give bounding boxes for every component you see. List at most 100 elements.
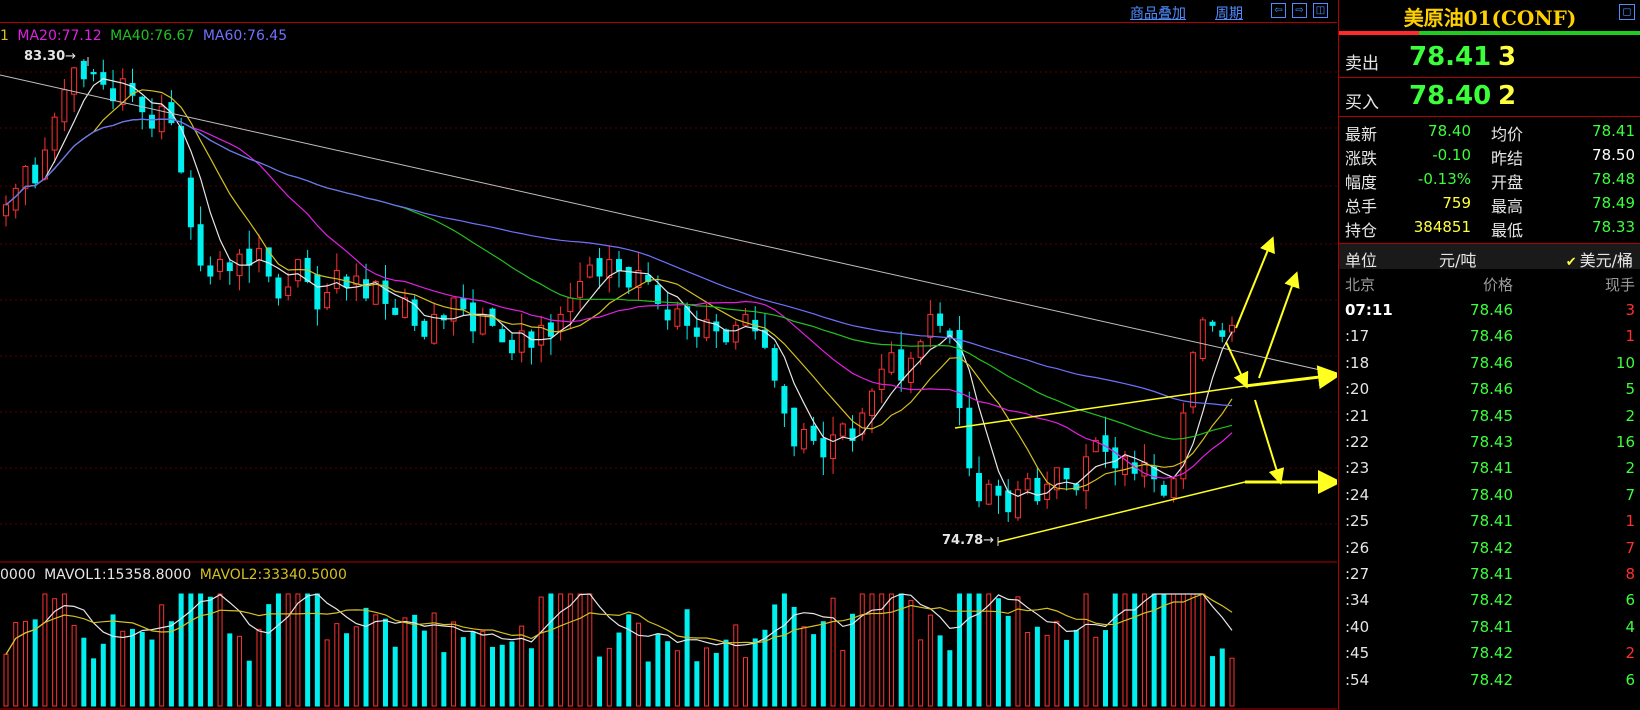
breakout-arrow-up xyxy=(1258,271,1300,379)
candle-body xyxy=(732,324,739,343)
stat-value: 78.50 xyxy=(1592,146,1635,164)
volume-bar xyxy=(908,599,914,707)
tick-time: :34 xyxy=(1345,591,1370,610)
volume-bar xyxy=(470,631,476,707)
arrow-right-icon[interactable]: ⇨ xyxy=(1292,3,1307,18)
sell-price: 78.41 xyxy=(1409,42,1492,72)
volume-bar xyxy=(879,593,885,707)
volume-bar xyxy=(548,593,554,707)
volume-bar xyxy=(1200,593,1206,707)
bid-ask-bar-buy xyxy=(1418,31,1640,35)
candle-body xyxy=(51,116,58,151)
stat-label: 最高 xyxy=(1491,197,1524,216)
candle-body xyxy=(674,308,681,327)
volume-bar xyxy=(441,652,447,707)
volume-bar xyxy=(645,661,651,707)
volume-bar xyxy=(324,639,330,707)
volume-bar xyxy=(198,593,204,707)
candle-body xyxy=(3,204,9,217)
mavol2-value: MAVOL2:33340.5000 xyxy=(199,567,347,583)
candle-body xyxy=(1209,321,1216,326)
low-price-annotation: 74.78→ xyxy=(942,533,995,548)
sell-row: 卖出 78.41 3 xyxy=(1339,39,1640,77)
volume-bar xyxy=(353,626,359,707)
volume-bar xyxy=(898,593,904,707)
stat-value: 78.41 xyxy=(1592,122,1635,140)
volume-bar xyxy=(713,652,719,707)
tick-time: :25 xyxy=(1345,512,1370,531)
volume-bar xyxy=(91,658,97,707)
volume-bar xyxy=(723,639,729,707)
bid-ask-bar-sell xyxy=(1339,31,1419,35)
candle-body xyxy=(470,302,477,332)
candle-body xyxy=(392,307,399,315)
volume-bar xyxy=(918,639,924,707)
stat-value: -0.13% xyxy=(1417,170,1471,188)
split-view-icon[interactable]: ◫ xyxy=(1313,3,1328,18)
volume-bar xyxy=(937,635,943,707)
stat-label: 持仓 xyxy=(1345,221,1378,240)
candle-body xyxy=(654,285,661,304)
tick-volume: 1 xyxy=(1625,327,1635,346)
candle-body xyxy=(791,407,798,447)
buy-qty: 2 xyxy=(1498,81,1517,111)
kline-chart-panel[interactable]: 商品叠加 周期 ⇦ ⇨ ◫ 1 MA20:77.12 MA40:76.67 MA… xyxy=(0,0,1337,710)
volume-bar xyxy=(490,646,496,707)
volume-bar xyxy=(266,604,272,707)
period-link[interactable]: 周期 xyxy=(1215,3,1243,23)
candle-body xyxy=(927,313,934,338)
tick-table-header: 北京 价格 现手 xyxy=(1339,271,1640,295)
volume-bar xyxy=(1044,634,1050,707)
candle-body xyxy=(275,277,282,299)
tick-row: :34 78.42 6 xyxy=(1339,587,1640,614)
candle-body xyxy=(421,320,428,337)
volume-bar xyxy=(1093,636,1099,707)
candle-body xyxy=(1180,412,1187,480)
tick-time: :26 xyxy=(1345,538,1370,557)
breakout-arrow-up xyxy=(1235,236,1275,329)
volume-bar xyxy=(61,593,67,707)
arrow-left-icon[interactable]: ⇦ xyxy=(1271,3,1286,18)
tick-header-volume: 现手 xyxy=(1604,276,1635,294)
tick-price: 78.46 xyxy=(1470,353,1513,372)
volume-bar xyxy=(1180,593,1186,707)
tick-price: 78.41 xyxy=(1470,459,1513,478)
candle-body xyxy=(382,280,389,304)
candle-body xyxy=(363,279,370,299)
stat-label: 均价 xyxy=(1491,125,1524,144)
volume-bar xyxy=(791,606,797,707)
unit-usd-option[interactable]: ✔ 美元/桶 xyxy=(1566,247,1633,271)
volume-bar xyxy=(363,607,369,707)
candle-body xyxy=(1102,435,1109,452)
volume-bar xyxy=(1112,593,1118,707)
candle-body xyxy=(246,248,253,266)
candle-body xyxy=(1063,467,1070,480)
candle-body xyxy=(139,96,146,113)
tick-price: 78.41 xyxy=(1470,512,1513,531)
tick-time: 07:11 xyxy=(1345,301,1393,319)
candle-body xyxy=(90,72,97,75)
candle-body xyxy=(207,265,214,277)
kline-chart-svg[interactable] xyxy=(0,0,1337,710)
volume-bar xyxy=(859,593,865,707)
window-icon[interactable]: ◻ xyxy=(1619,4,1635,20)
volume-bar xyxy=(597,656,603,707)
tick-row: :22 78.43 16 xyxy=(1339,429,1640,456)
volume-bar xyxy=(256,628,262,707)
tick-volume: 6 xyxy=(1625,670,1635,689)
tick-price: 78.41 xyxy=(1470,617,1513,636)
overlay-symbol-link[interactable]: 商品叠加 xyxy=(1130,3,1186,23)
candle-body xyxy=(148,114,155,129)
unit-cny-option[interactable]: 元/吨 xyxy=(1439,247,1476,271)
volume-bar xyxy=(1219,648,1225,707)
bid-ask-bar xyxy=(1339,31,1640,35)
tick-volume: 2 xyxy=(1625,459,1635,478)
buy-row: 买入 78.40 2 xyxy=(1339,78,1640,116)
volume-bar xyxy=(528,648,534,707)
volume-bar xyxy=(694,661,700,707)
candle-body xyxy=(898,349,905,381)
tick-price: 78.42 xyxy=(1470,644,1513,663)
candle-body xyxy=(888,352,895,373)
candle-body xyxy=(567,297,574,313)
volume-bar xyxy=(684,609,690,707)
